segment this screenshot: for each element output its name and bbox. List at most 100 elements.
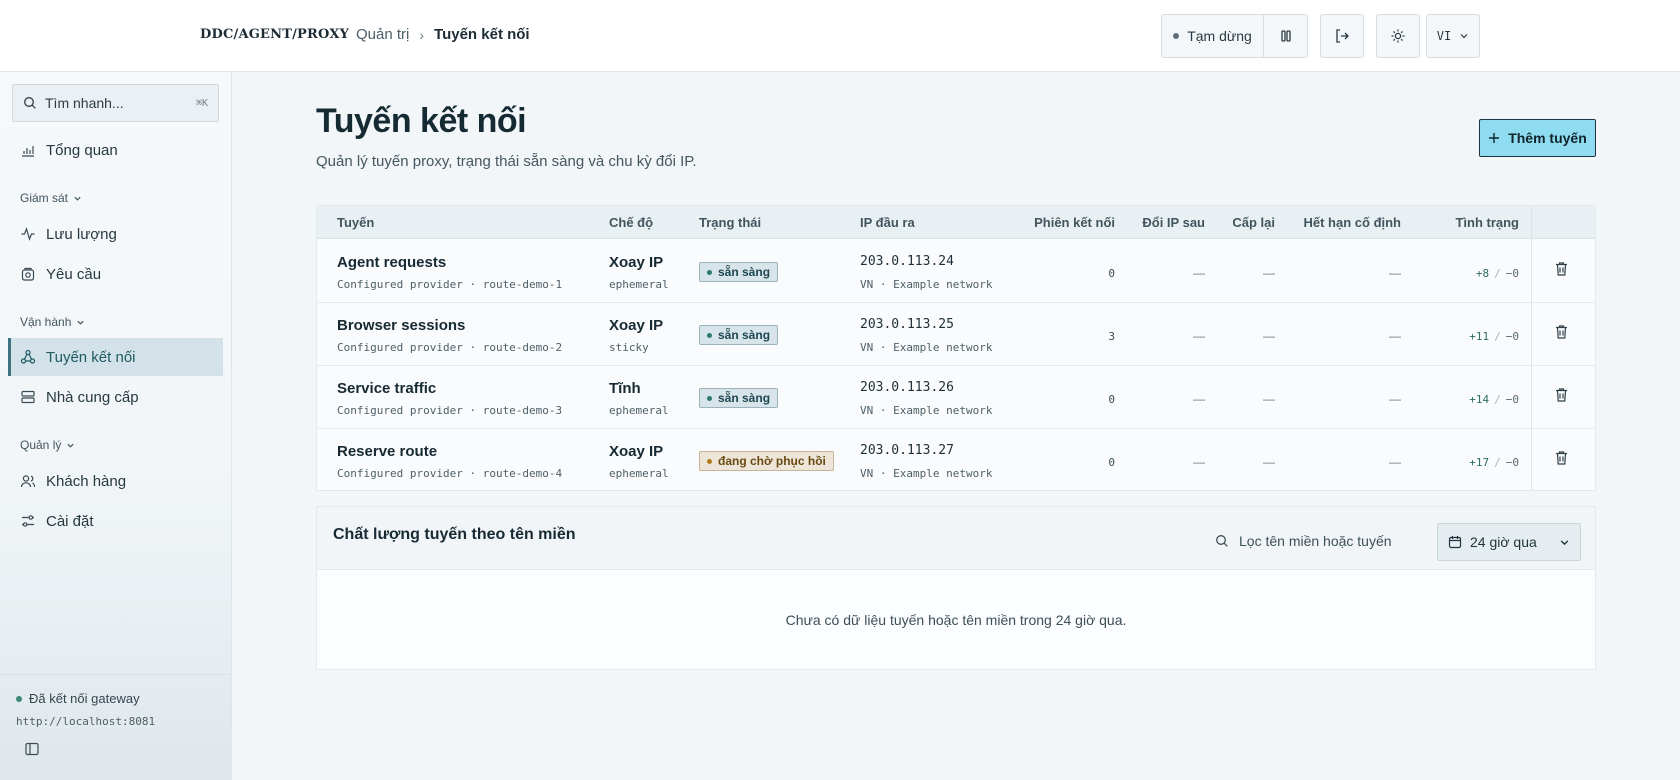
sidebar-item-traffic[interactable]: Lưu lượng bbox=[8, 215, 223, 253]
sun-icon bbox=[1391, 29, 1405, 43]
route-meta: Configured provider · route-demo-3 bbox=[337, 404, 563, 417]
sidebar: Tìm nhanh... ⌘K Tổng quan Giám sát Lưu l… bbox=[0, 72, 232, 780]
table-header: Tuyến Chế độ Trạng thái IP đầu ra Phiên … bbox=[317, 206, 1595, 239]
collapse-sidebar-button[interactable] bbox=[24, 741, 40, 762]
status-dot bbox=[707, 332, 712, 338]
table-row[interactable]: Agent requests Configured provider · rou… bbox=[317, 240, 1595, 303]
delete-route-button[interactable] bbox=[1554, 450, 1569, 471]
language-label: VI bbox=[1436, 29, 1452, 43]
column-header[interactable]: Chế độ bbox=[609, 215, 653, 230]
pause-button[interactable]: Tạm dừng bbox=[1161, 14, 1264, 58]
column-header[interactable]: Cấp lại bbox=[1215, 215, 1275, 230]
theme-toggle-button[interactable] bbox=[1376, 14, 1420, 58]
route-mode-meta: ephemeral bbox=[609, 278, 669, 291]
rotate-after: — bbox=[1193, 392, 1205, 406]
reissue: — bbox=[1263, 392, 1275, 406]
delete-route-button[interactable] bbox=[1554, 387, 1569, 408]
fixed-expiry: — bbox=[1389, 329, 1401, 343]
chevron-down-icon bbox=[77, 320, 85, 325]
calendar-icon bbox=[1448, 536, 1462, 549]
egress-ip-meta: VN · Example network bbox=[860, 467, 993, 480]
routes-table: Tuyến Chế độ Trạng thái IP đầu ra Phiên … bbox=[316, 205, 1596, 491]
fixed-expiry: — bbox=[1389, 455, 1401, 469]
search-icon bbox=[1216, 535, 1228, 547]
trash-icon bbox=[1556, 262, 1567, 276]
domain-filter-input[interactable]: Lọc tên miền hoặc tuyến bbox=[1215, 533, 1392, 549]
health-indicator: +11/−0 bbox=[1469, 330, 1519, 343]
pause-toggle-button[interactable] bbox=[1264, 14, 1308, 58]
status-badge: đang chờ phục hồi bbox=[699, 451, 834, 471]
sidebar-item-settings[interactable]: Cài đặt bbox=[8, 502, 223, 540]
health-indicator: +8/−0 bbox=[1475, 267, 1519, 280]
column-header[interactable]: Trạng thái bbox=[699, 215, 761, 230]
column-header[interactable]: Hết hạn cố định bbox=[1281, 215, 1402, 230]
gateway-status: Đã kết nối gateway bbox=[16, 691, 140, 706]
column-header[interactable]: IP đầu ra bbox=[860, 215, 915, 230]
search-shortcut: ⌘K bbox=[195, 97, 208, 109]
logout-icon bbox=[1336, 29, 1349, 43]
brand-logo[interactable]: DDC/AGENT/PROXY bbox=[200, 27, 349, 42]
route-meta: Configured provider · route-demo-2 bbox=[337, 341, 563, 354]
route-meta: Configured provider · route-demo-1 bbox=[337, 278, 563, 291]
sidebar-item-routes[interactable]: Tuyến kết nối bbox=[8, 338, 223, 376]
section-operations[interactable]: Vận hành bbox=[20, 315, 85, 329]
search-placeholder: Tìm nhanh... bbox=[45, 95, 124, 111]
route-name: Browser sessions bbox=[337, 317, 466, 334]
sidebar-item-providers[interactable]: Nhà cung cấp bbox=[8, 378, 223, 416]
trash-icon bbox=[1556, 325, 1567, 339]
users-icon bbox=[20, 475, 36, 488]
sidebar-item-requests[interactable]: Yêu cầu bbox=[8, 255, 223, 293]
column-header[interactable]: Tuyến bbox=[337, 215, 374, 230]
egress-ip-meta: VN · Example network bbox=[860, 278, 993, 291]
status-badge: sẵn sàng bbox=[699, 388, 779, 408]
route-mode: Xoay IP bbox=[609, 443, 664, 460]
quick-search[interactable]: Tìm nhanh... ⌘K bbox=[12, 84, 219, 122]
route-mode-meta: ephemeral bbox=[609, 404, 669, 417]
status-badge: sẵn sàng bbox=[699, 262, 779, 282]
pause-status-dot bbox=[1173, 33, 1180, 39]
egress-ip: 203.0.113.25 bbox=[860, 317, 954, 332]
sidebar-item-customers[interactable]: Khách hàng bbox=[8, 462, 223, 500]
pause-group: Tạm dừng bbox=[1161, 14, 1308, 58]
plus-icon bbox=[1489, 133, 1500, 143]
add-route-button[interactable]: Thêm tuyến bbox=[1479, 119, 1596, 157]
delete-route-button[interactable] bbox=[1554, 261, 1569, 282]
chart-icon bbox=[22, 146, 34, 157]
language-select[interactable]: VI bbox=[1426, 14, 1480, 58]
status-dot bbox=[707, 269, 712, 275]
activity-icon bbox=[21, 227, 35, 241]
table-row[interactable]: Service traffic Configured provider · ro… bbox=[317, 366, 1595, 429]
sidebar-panel-icon bbox=[25, 742, 39, 756]
table-row[interactable]: Browser sessions Configured provider · r… bbox=[317, 303, 1595, 366]
sidebar-item-overview[interactable]: Tổng quan bbox=[8, 131, 223, 169]
route-mode: Tĩnh bbox=[609, 380, 641, 397]
route-mode-meta: ephemeral bbox=[609, 467, 669, 480]
fixed-expiry: — bbox=[1389, 266, 1401, 280]
sessions-count: 0 bbox=[1108, 267, 1115, 280]
trash-icon bbox=[1556, 451, 1567, 465]
route-meta: Configured provider · route-demo-4 bbox=[337, 467, 563, 480]
column-header[interactable]: Tình trạng bbox=[1411, 215, 1519, 230]
server-icon bbox=[21, 390, 35, 404]
search-icon bbox=[24, 97, 36, 109]
logout-button[interactable] bbox=[1320, 14, 1364, 58]
time-range-select[interactable]: 24 giờ qua bbox=[1437, 523, 1581, 561]
section-management[interactable]: Quản lý bbox=[20, 438, 75, 452]
chevron-down-icon bbox=[67, 443, 74, 448]
rotate-after: — bbox=[1193, 329, 1205, 343]
chevron-down-icon bbox=[1560, 539, 1569, 545]
status-dot bbox=[707, 458, 712, 464]
gateway-panel: Đã kết nối gateway http://localhost:8081 bbox=[0, 674, 231, 756]
health-indicator: +17/−0 bbox=[1469, 456, 1519, 469]
table-row[interactable]: Reserve route Configured provider · rout… bbox=[317, 429, 1595, 492]
chevron-right-icon: › bbox=[419, 26, 425, 43]
top-bar: DDC/AGENT/PROXY Quản trị › Tuyến kết nối… bbox=[0, 0, 1680, 72]
section-monitoring[interactable]: Giám sát bbox=[20, 191, 82, 205]
column-header[interactable]: Phiên kết nối bbox=[1007, 215, 1115, 230]
domain-quality-header: Chất lượng tuyến theo tên miền Lọc tên m… bbox=[317, 507, 1595, 570]
breadcrumb-parent[interactable]: Quản trị bbox=[356, 26, 409, 43]
column-header[interactable]: Đổi IP sau bbox=[1125, 215, 1205, 230]
pause-icon bbox=[1280, 30, 1291, 42]
time-range-label: 24 giờ qua bbox=[1470, 534, 1537, 550]
delete-route-button[interactable] bbox=[1554, 324, 1569, 345]
